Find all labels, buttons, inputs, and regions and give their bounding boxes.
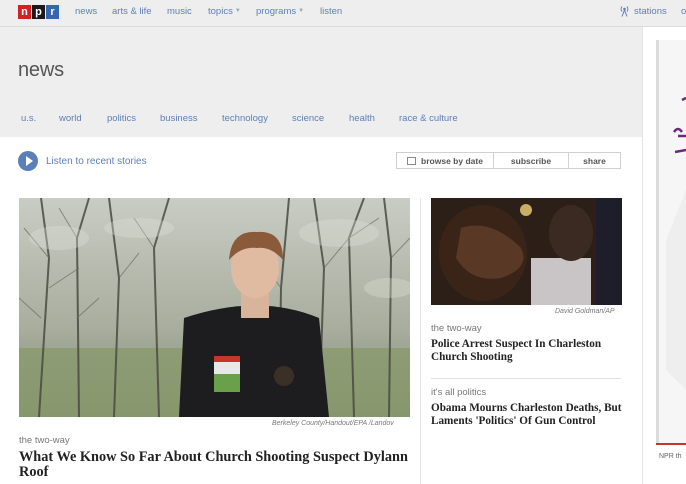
main-story-image	[19, 198, 410, 417]
listen-label: Listen to recent stories	[46, 155, 147, 167]
radio-tower-icon	[620, 6, 629, 17]
main-story-kicker[interactable]: the two-way	[19, 435, 70, 446]
side-story-photo[interactable]	[431, 198, 622, 305]
side-story-1-headline[interactable]: Police Arrest Suspect In Charleston Chur…	[431, 338, 622, 364]
nav-music[interactable]: music	[167, 6, 192, 17]
ad-image	[656, 40, 686, 444]
subscribe-button[interactable]: subscribe	[494, 153, 569, 168]
subnav-us[interactable]: u.s.	[21, 113, 36, 124]
subnav-politics[interactable]: politics	[107, 113, 136, 124]
side-story-2-kicker[interactable]: it's all politics	[431, 387, 486, 398]
listen-recent-stories[interactable]: Listen to recent stories	[18, 151, 147, 171]
column-divider	[420, 198, 421, 484]
nav-cut-item[interactable]: o	[681, 6, 686, 17]
nav-news[interactable]: news	[75, 6, 97, 17]
ad-accent-line	[656, 443, 686, 445]
stations-label: stations	[634, 5, 667, 17]
logo-letter-n: n	[18, 5, 31, 19]
side-photo-credit: David Goldman/AP	[555, 308, 615, 315]
nav-listen[interactable]: listen	[320, 6, 342, 17]
share-button[interactable]: share	[569, 153, 620, 168]
chevron-down-icon: ▼	[234, 8, 241, 15]
nav-programs[interactable]: programs ▼	[256, 6, 304, 17]
top-nav-bar: n p r news arts & life music topics ▼ pro…	[0, 0, 686, 27]
subnav-health[interactable]: health	[349, 113, 375, 124]
page-title: news	[18, 59, 64, 81]
side-story-2-headline[interactable]: Obama Mourns Charleston Deaths, But Lame…	[431, 402, 622, 428]
ad-label: NPR th	[659, 453, 682, 460]
story-divider	[431, 378, 621, 379]
browse-by-date-button[interactable]: browse by date	[397, 153, 494, 168]
nav-topics-label: topics	[208, 6, 233, 17]
subnav-business[interactable]: business	[160, 113, 198, 124]
sidebar-ad[interactable]	[656, 40, 686, 444]
story-tools: browse by date subscribe share	[396, 152, 621, 169]
play-icon[interactable]	[18, 151, 38, 171]
chevron-down-icon: ▼	[298, 8, 305, 15]
main-story-photo[interactable]	[19, 198, 410, 417]
subnav-world[interactable]: world	[59, 113, 82, 124]
side-story-1-kicker[interactable]: the two-way	[431, 323, 482, 334]
subnav-race-culture[interactable]: race & culture	[399, 113, 458, 124]
subnav-science[interactable]: science	[292, 113, 324, 124]
npr-logo[interactable]: n p r	[18, 5, 59, 19]
main-story-headline[interactable]: What We Know So Far About Church Shootin…	[19, 450, 419, 480]
logo-letter-r: r	[46, 5, 59, 19]
ad-column-divider	[642, 27, 643, 484]
browse-by-date-label: browse by date	[421, 155, 483, 166]
subnav-technology[interactable]: technology	[222, 113, 268, 124]
side-story-image	[431, 198, 622, 305]
nav-programs-label: programs	[256, 6, 297, 17]
stations-link[interactable]: stations	[619, 5, 667, 17]
nav-arts-life[interactable]: arts & life	[112, 6, 152, 17]
section-header: news u.s. world politics business techno…	[0, 27, 642, 137]
main-photo-credit: Berkeley County/Handout/EPA /Landov	[272, 420, 394, 427]
nav-topics[interactable]: topics ▼	[208, 6, 241, 17]
calendar-icon	[407, 156, 417, 165]
logo-letter-p: p	[32, 5, 45, 19]
